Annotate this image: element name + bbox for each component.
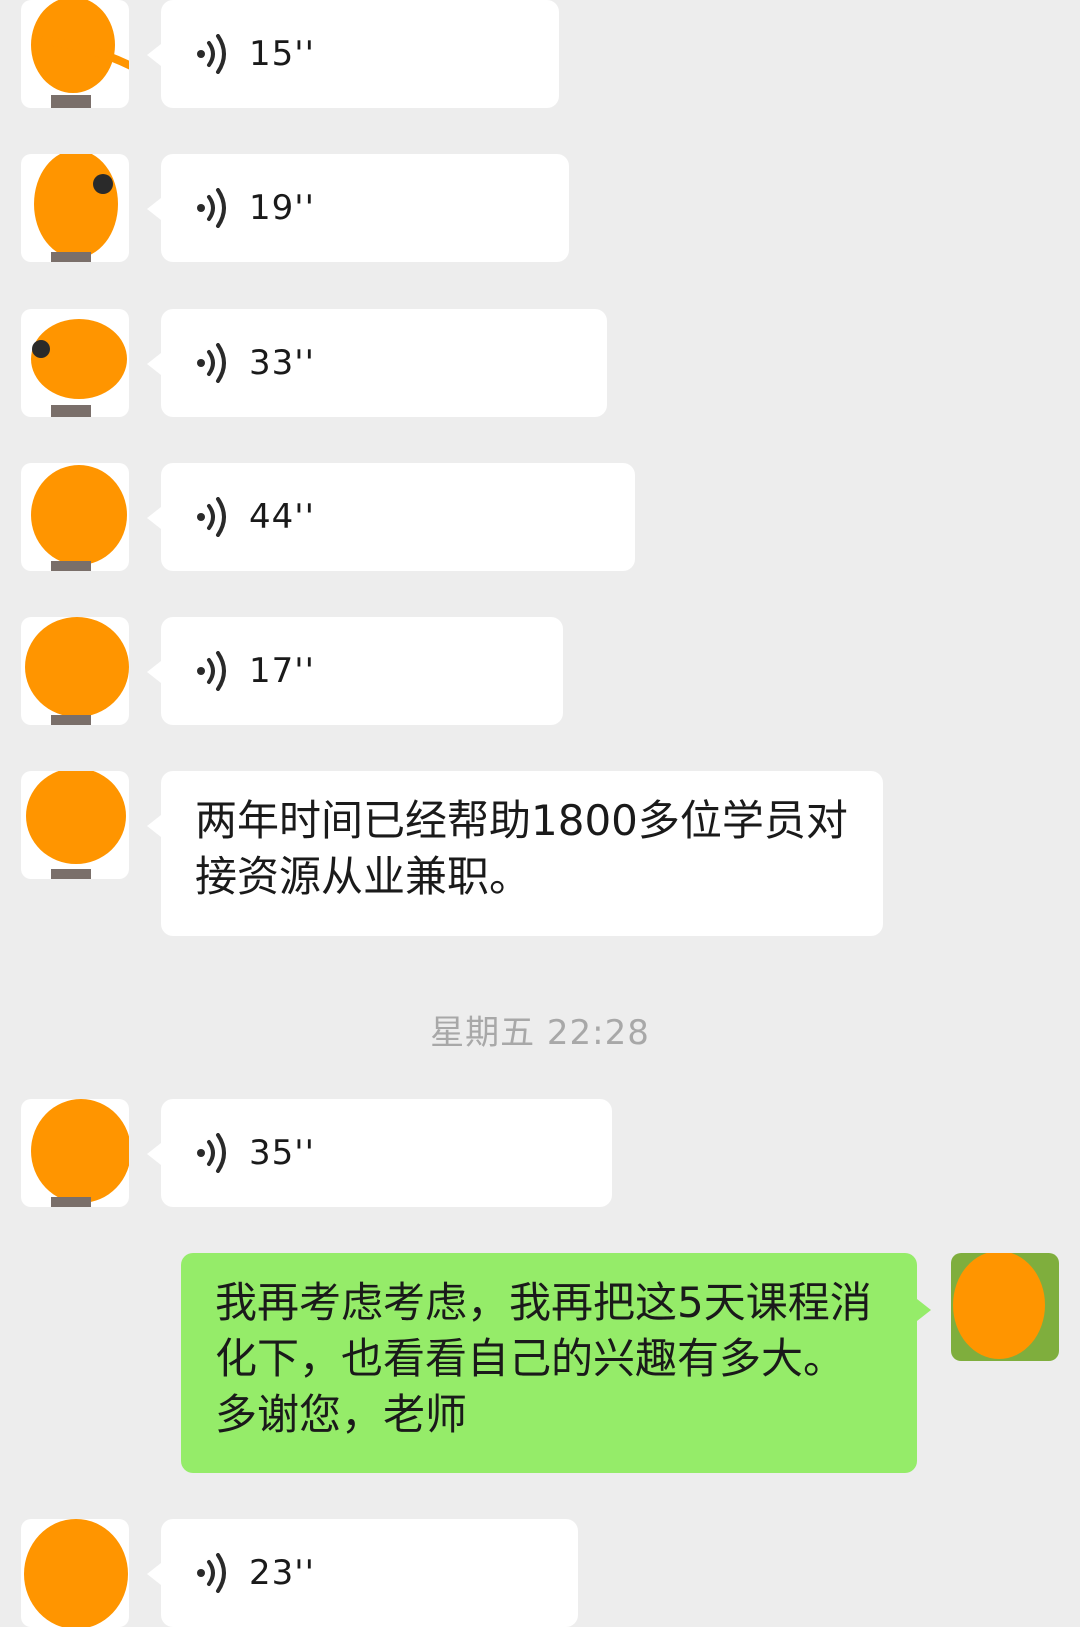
voice-wave-icon <box>197 34 226 74</box>
avatar-redaction <box>31 1099 129 1207</box>
voice-message[interactable]: 23'' <box>147 1519 578 1627</box>
voice-wave-icon <box>197 651 226 691</box>
avatar-redaction <box>34 154 118 262</box>
voice-message[interactable]: 19'' <box>147 154 569 262</box>
voice-message[interactable]: 17'' <box>147 617 563 725</box>
contact-avatar[interactable] <box>21 1519 129 1627</box>
voice-duration: 23'' <box>249 1553 315 1593</box>
contact-avatar[interactable] <box>21 154 129 262</box>
voice-wave-icon <box>197 343 226 383</box>
voice-message[interactable]: 15'' <box>147 0 559 108</box>
avatar-redaction <box>31 0 129 108</box>
avatar-redaction <box>31 319 127 417</box>
message-text: 我再考虑考虑，我再把这5天课程消化下，也看看自己的兴趣有多大。多谢您，老师 <box>215 1278 872 1439</box>
voice-wave-icon <box>197 1553 226 1593</box>
voice-duration: 35'' <box>249 1133 315 1173</box>
contact-avatar[interactable] <box>21 771 129 879</box>
self-avatar[interactable] <box>951 1253 1059 1361</box>
voice-wave-icon <box>197 497 226 537</box>
voice-wave-icon <box>197 188 226 228</box>
voice-duration: 33'' <box>249 343 315 383</box>
contact-avatar[interactable] <box>21 0 129 108</box>
avatar-redaction <box>31 465 127 571</box>
contact-avatar[interactable] <box>21 463 129 571</box>
voice-duration: 17'' <box>249 651 315 691</box>
voice-duration: 44'' <box>249 497 315 537</box>
avatar-redaction <box>26 771 126 879</box>
contact-avatar[interactable] <box>21 617 129 725</box>
voice-message[interactable]: 33'' <box>147 309 607 417</box>
voice-message[interactable]: 35'' <box>147 1099 612 1207</box>
voice-message[interactable]: 44'' <box>147 463 635 571</box>
outgoing-text-message[interactable]: 我再考虑考虑，我再把这5天课程消化下，也看看自己的兴趣有多大。多谢您，老师 <box>181 1253 931 1473</box>
avatar-redaction <box>24 1519 128 1627</box>
avatar-redaction <box>951 1253 1059 1361</box>
text-message[interactable]: 两年时间已经帮助1800多位学员对接资源从业兼职。 <box>147 771 883 936</box>
voice-duration: 19'' <box>249 188 315 228</box>
voice-duration: 15'' <box>249 34 315 74</box>
contact-avatar[interactable] <box>21 309 129 417</box>
avatar-redaction <box>25 617 129 725</box>
contact-avatar[interactable] <box>21 1099 129 1207</box>
message-text: 两年时间已经帮助1800多位学员对接资源从业兼职。 <box>195 796 848 901</box>
voice-wave-icon <box>197 1133 226 1173</box>
timestamp: 星期五 22:28 <box>430 1013 650 1053</box>
